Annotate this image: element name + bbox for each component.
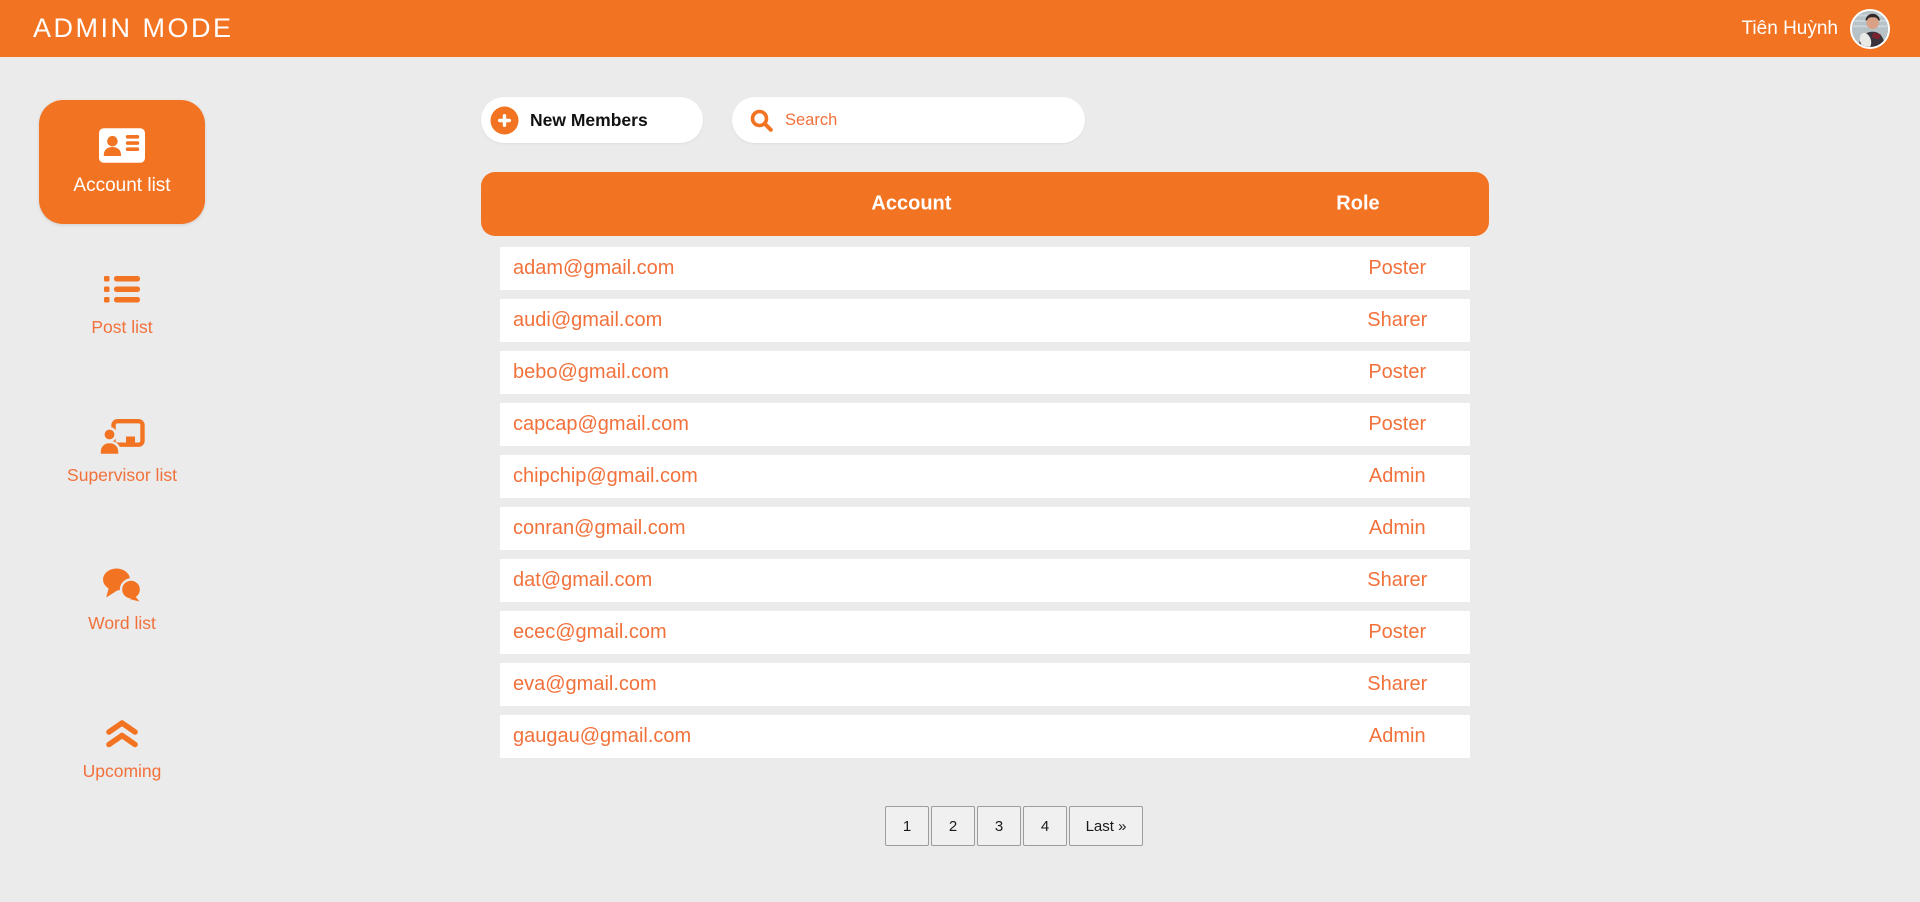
account-cell: conran@gmail.com — [513, 517, 686, 539]
plus-circle-icon — [490, 106, 519, 134]
list-icon — [39, 272, 205, 306]
role-cell: Admin — [1368, 517, 1426, 539]
table-header: Account Role — [481, 172, 1489, 236]
role-cell: Poster — [1368, 361, 1427, 383]
table-row[interactable]: gaugau@gmail.com Admin — [500, 715, 1470, 758]
user-avatar[interactable] — [1850, 8, 1890, 49]
toolbar: New Members — [481, 97, 1489, 143]
sidebar-item-label: Upcoming — [82, 761, 162, 781]
account-cell: adam@gmail.com — [513, 257, 675, 279]
sidebar-item-supervisor-list[interactable]: Supervisor list — [39, 419, 205, 486]
avatar-photo — [1852, 10, 1888, 47]
role-cell: Sharer — [1367, 673, 1428, 695]
account-cell: gaugau@gmail.com — [513, 725, 692, 747]
sidebar-item-label: Supervisor list — [67, 465, 177, 485]
table-row[interactable]: dat@gmail.com Sharer — [500, 559, 1470, 602]
address-card-icon — [99, 127, 145, 163]
table-row[interactable]: adam@gmail.com Poster — [500, 247, 1470, 290]
role-cell: Poster — [1368, 621, 1427, 643]
top-bar: ADMIN MODE Tiên Huỳnh — [0, 0, 1920, 57]
account-cell: eva@gmail.com — [513, 673, 657, 695]
account-cell: capcap@gmail.com — [513, 413, 689, 435]
sidebar-item-label: Word list — [88, 613, 156, 633]
table-row[interactable]: capcap@gmail.com Poster — [500, 403, 1470, 446]
sidebar-item-label: Post list — [91, 317, 153, 337]
angles-up-icon — [39, 716, 205, 750]
role-cell: Poster — [1368, 413, 1427, 435]
column-header-account: Account — [871, 192, 952, 215]
role-cell: Sharer — [1367, 569, 1428, 591]
page-button-2[interactable]: 2 — [931, 806, 975, 846]
sidebar-item-account-list[interactable]: Account list — [39, 100, 205, 224]
account-cell: chipchip@gmail.com — [513, 465, 698, 487]
user-name: Tiên Huỳnh — [1741, 17, 1838, 39]
table-row[interactable]: chipchip@gmail.com Admin — [500, 455, 1470, 498]
table-body: adam@gmail.com Poster audi@gmail.com Sha… — [500, 247, 1470, 758]
account-cell: audi@gmail.com — [513, 309, 663, 331]
main-content: New Members Account Role adam@gmail.com … — [481, 97, 1489, 846]
pagination: 1 2 3 4 Last » — [885, 806, 1489, 846]
sidebar-item-label: Account list — [73, 174, 171, 196]
sidebar-item-word-list[interactable]: Word list — [39, 568, 205, 634]
new-members-button[interactable]: New Members — [481, 97, 703, 143]
user-menu[interactable]: Tiên Huỳnh — [1741, 8, 1890, 49]
page-button-3[interactable]: 3 — [977, 806, 1021, 846]
comments-icon — [39, 568, 205, 602]
page-button-last[interactable]: Last » — [1069, 806, 1143, 846]
search-bar — [732, 97, 1085, 143]
search-input[interactable] — [785, 110, 1071, 130]
role-cell: Sharer — [1367, 309, 1428, 331]
role-cell: Poster — [1368, 257, 1427, 279]
account-cell: dat@gmail.com — [513, 569, 653, 591]
sidebar-item-upcoming[interactable]: Upcoming — [39, 716, 205, 782]
role-cell: Admin — [1368, 725, 1426, 747]
table-row[interactable]: audi@gmail.com Sharer — [500, 299, 1470, 342]
search-icon — [750, 109, 773, 132]
page-button-4[interactable]: 4 — [1023, 806, 1067, 846]
column-header-role: Role — [1336, 192, 1380, 215]
table-row[interactable]: ecec@gmail.com Poster — [500, 611, 1470, 654]
sidebar-item-post-list[interactable]: Post list — [39, 272, 205, 338]
account-cell: bebo@gmail.com — [513, 361, 669, 383]
table-row[interactable]: conran@gmail.com Admin — [500, 507, 1470, 550]
table-row[interactable]: bebo@gmail.com Poster — [500, 351, 1470, 394]
table-row[interactable]: eva@gmail.com Sharer — [500, 663, 1470, 706]
app-title: ADMIN MODE — [33, 13, 234, 43]
role-cell: Admin — [1368, 465, 1426, 487]
new-members-label: New Members — [530, 109, 648, 130]
person-chalkboard-icon — [39, 419, 205, 455]
sidebar: Account list Post list Supervisor list W… — [0, 57, 244, 782]
page-button-1[interactable]: 1 — [885, 806, 929, 846]
account-cell: ecec@gmail.com — [513, 621, 667, 643]
